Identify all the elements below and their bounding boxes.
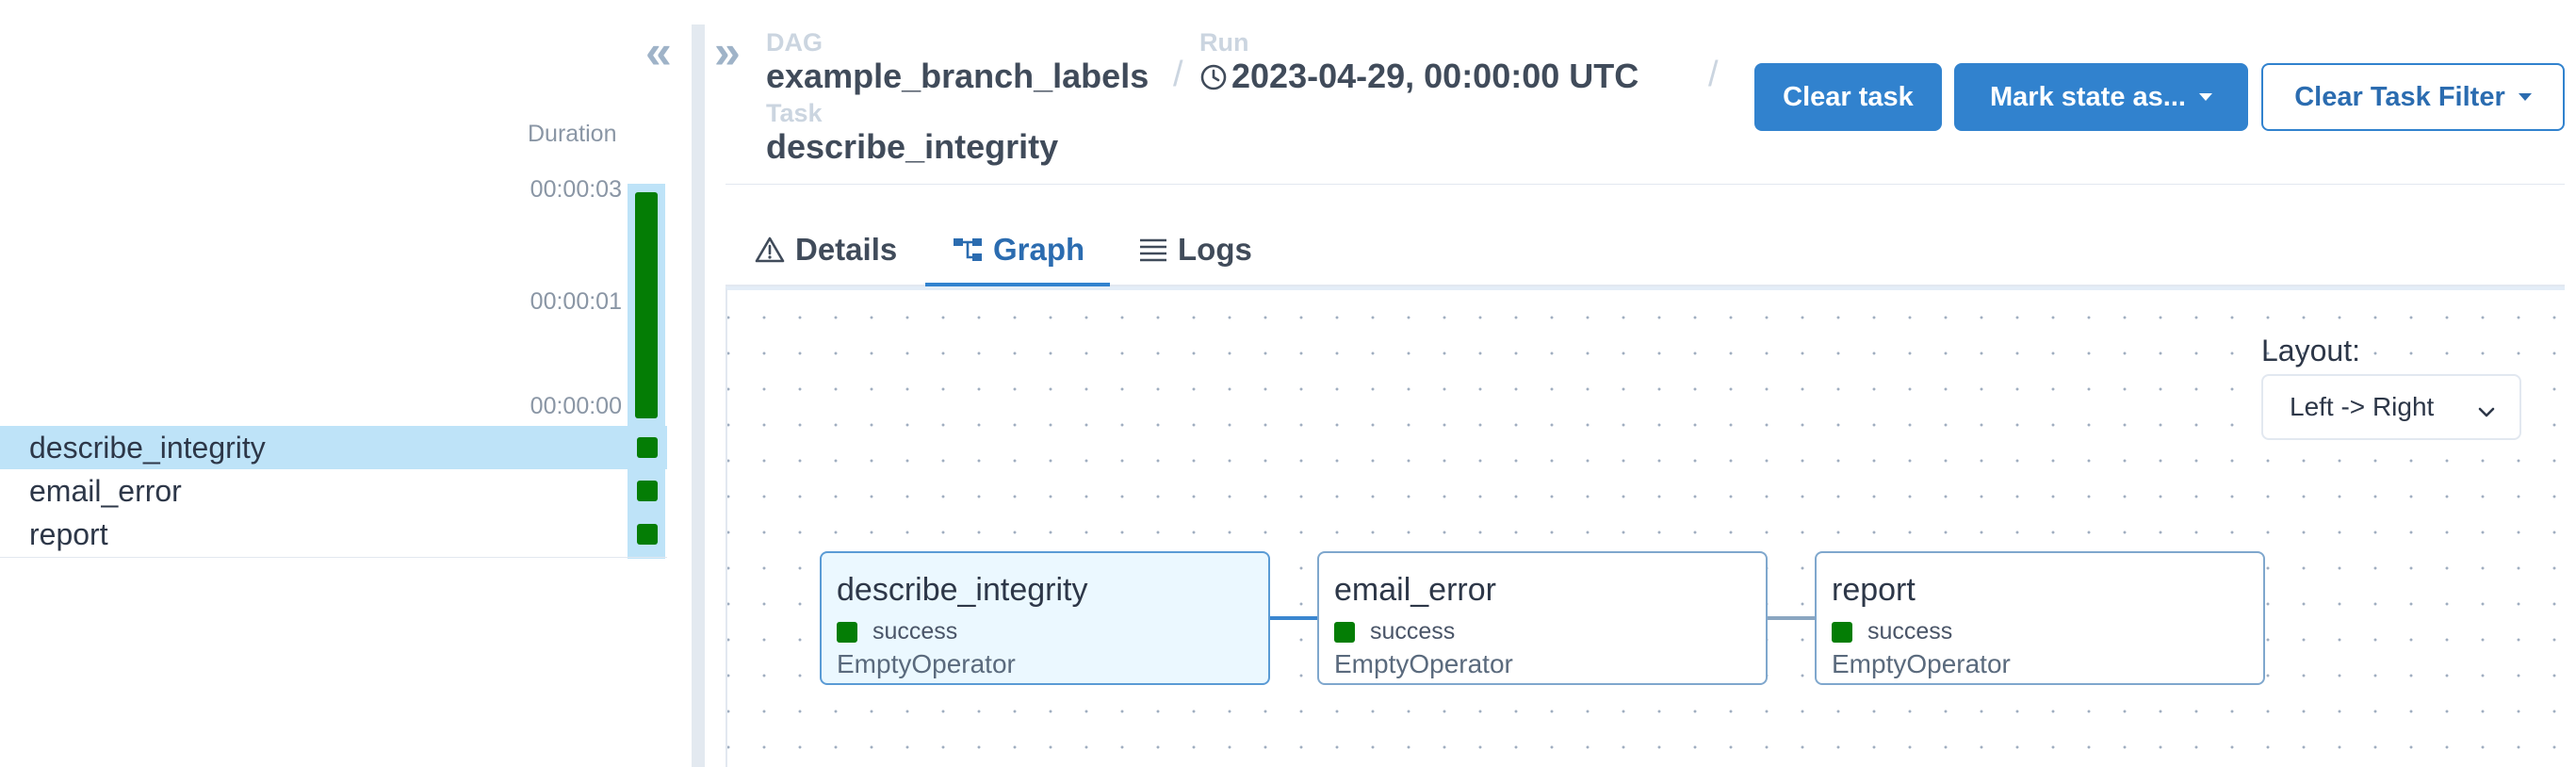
- task-row[interactable]: report: [0, 513, 667, 556]
- tab-label: Details: [795, 232, 898, 267]
- graph-node[interactable]: report success EmptyOperator: [1815, 551, 2265, 685]
- duration-tick: 00:00:01: [530, 288, 622, 315]
- run-duration-bar[interactable]: [635, 192, 658, 418]
- clear-task-filter-button[interactable]: Clear Task Filter: [2261, 63, 2565, 131]
- node-status-text: success: [872, 618, 958, 645]
- status-square: [1334, 621, 1355, 643]
- task-row[interactable]: describe_integrity: [0, 426, 667, 469]
- clear-task-button[interactable]: Clear task: [1754, 63, 1942, 131]
- node-operator: EmptyOperator: [837, 649, 1016, 678]
- breadcrumb-dag-link[interactable]: example_branch_labels: [766, 57, 1149, 96]
- graph-node[interactable]: describe_integrity success EmptyOperator: [820, 551, 1270, 685]
- status-square: [837, 621, 857, 643]
- task-row-name: describe_integrity: [29, 430, 266, 465]
- graph-node[interactable]: email_error success EmptyOperator: [1317, 551, 1768, 685]
- breadcrumb-separator: /: [1708, 55, 1719, 94]
- tab-label: Graph: [993, 232, 1085, 267]
- layout-select-value: Left -> Right: [2290, 392, 2435, 421]
- breadcrumb-dag-label: DAG: [766, 28, 823, 57]
- breadcrumb-task-value: describe_integrity: [766, 127, 1059, 166]
- node-operator: EmptyOperator: [1832, 649, 2011, 678]
- warning-triangle-icon: [754, 236, 786, 264]
- duration-tick: 00:00:00: [530, 393, 622, 419]
- breadcrumb-run-label: Run: [1199, 28, 1249, 57]
- caret-down-icon: [2518, 93, 2532, 101]
- breadcrumb-run-value: 2023-04-29, 00:00:00 UTC: [1231, 57, 1639, 95]
- node-status-text: success: [1867, 618, 1953, 645]
- panel-resize-handle[interactable]: [692, 24, 705, 767]
- task-row-name: email_error: [29, 473, 182, 508]
- task-row[interactable]: email_error: [0, 469, 667, 513]
- node-name: describe_integrity: [837, 572, 1088, 608]
- breadcrumb-separator: /: [1173, 55, 1183, 94]
- mark-state-button[interactable]: Mark state as...: [1954, 63, 2248, 131]
- node-status: success: [1832, 618, 1952, 645]
- grid-panel: « Duration 00:00:03 00:00:01 00:00:00 de…: [0, 0, 672, 767]
- layout-label: Layout:: [2261, 334, 2360, 367]
- graph-edge: [1768, 616, 1817, 620]
- node-status: success: [1334, 618, 1455, 645]
- list-icon: [1138, 237, 1168, 263]
- breadcrumb-task-label: Task: [766, 99, 823, 127]
- divider: [726, 184, 2565, 185]
- app-root: « Duration 00:00:03 00:00:01 00:00:00 de…: [0, 0, 2576, 767]
- node-name: report: [1832, 572, 1916, 608]
- task-instance-status-square[interactable]: [637, 524, 658, 545]
- status-square: [1832, 621, 1852, 643]
- duration-tick: 00:00:03: [530, 176, 622, 203]
- tab-graph[interactable]: Graph: [952, 212, 1084, 287]
- clear-task-filter-button-label: Clear Task Filter: [2294, 81, 2505, 112]
- graph-edge: [1270, 616, 1319, 620]
- layout-select[interactable]: Left -> Right: [2261, 374, 2521, 440]
- task-row-name: report: [29, 516, 108, 551]
- node-name: email_error: [1334, 572, 1496, 608]
- node-status-text: success: [1370, 618, 1456, 645]
- tab-details[interactable]: Details: [754, 212, 897, 287]
- clock-icon: [1199, 60, 1228, 100]
- clear-task-button-label: Clear task: [1783, 81, 1914, 112]
- divider: [0, 557, 667, 558]
- node-status: success: [837, 618, 957, 645]
- duration-axis-label: Duration: [528, 121, 617, 147]
- task-instance-status-square[interactable]: [637, 437, 658, 458]
- mark-state-button-label: Mark state as...: [1990, 81, 2186, 112]
- caret-down-icon: [2198, 93, 2212, 101]
- node-operator: EmptyOperator: [1334, 649, 1513, 678]
- tab-logs[interactable]: Logs: [1138, 212, 1252, 287]
- double-chevron-right-icon[interactable]: »: [714, 28, 741, 75]
- task-rows: describe_integrity email_error report: [0, 426, 667, 556]
- tab-label: Logs: [1178, 232, 1252, 267]
- double-chevron-left-icon[interactable]: «: [645, 28, 672, 75]
- graph-icon: [952, 236, 984, 264]
- chevron-down-icon: [2476, 399, 2497, 429]
- task-instance-status-square[interactable]: [637, 481, 658, 501]
- breadcrumb-run-link[interactable]: 2023-04-29, 00:00:00 UTC: [1199, 57, 1639, 100]
